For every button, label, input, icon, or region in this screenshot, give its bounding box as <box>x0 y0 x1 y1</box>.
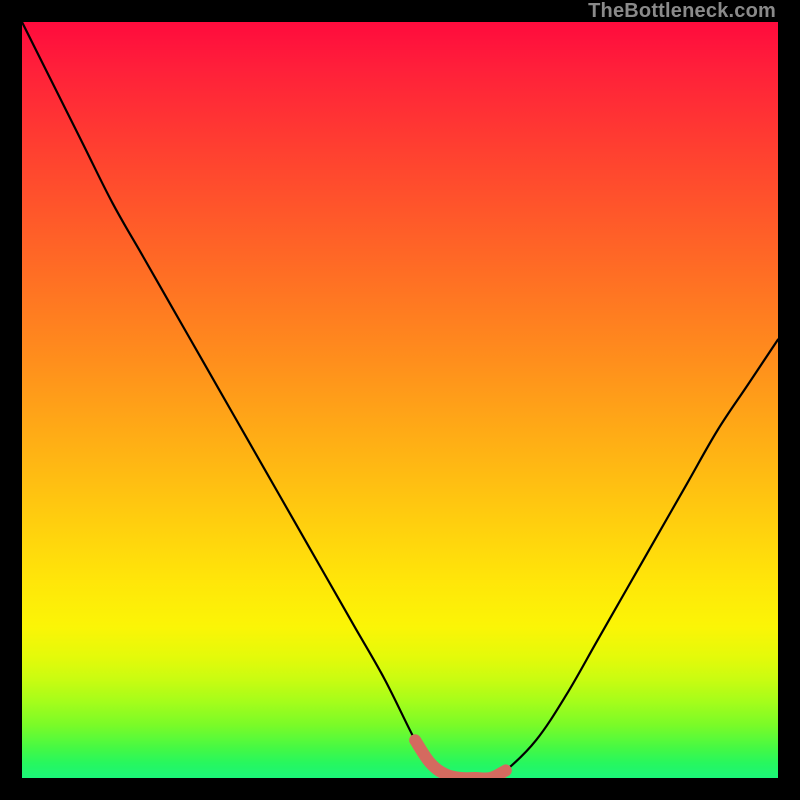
plot-area <box>22 22 778 778</box>
chart-frame: TheBottleneck.com <box>0 0 800 800</box>
bottleneck-curve <box>22 22 778 778</box>
chart-svg <box>22 22 778 778</box>
watermark-text: TheBottleneck.com <box>588 0 776 23</box>
bottleneck-min-segment <box>415 740 506 778</box>
